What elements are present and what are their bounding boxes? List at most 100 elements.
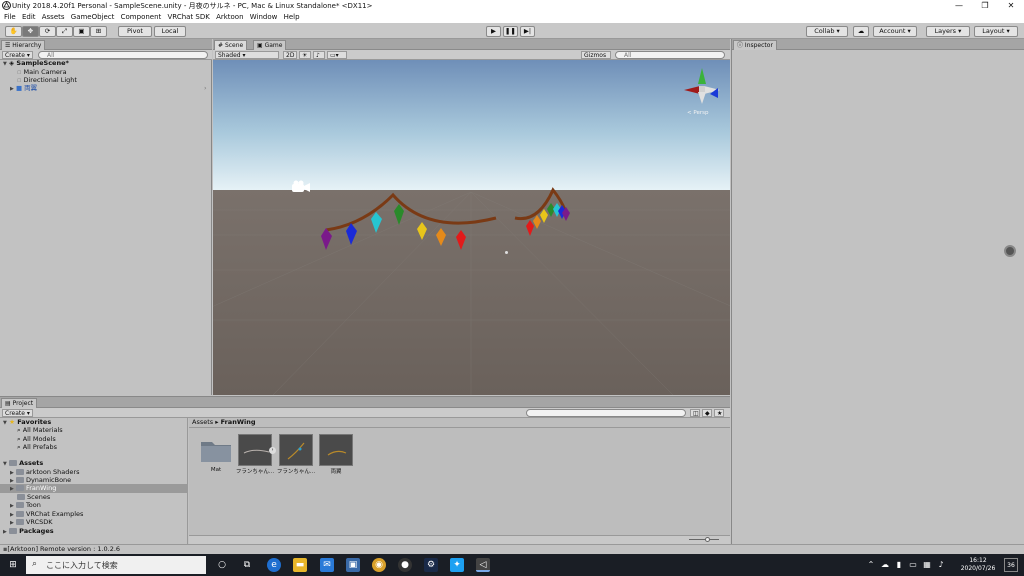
menu-vrchat-sdk[interactable]: VRChat SDK: [168, 12, 210, 23]
folder-toon[interactable]: ▶ Toon: [10, 501, 41, 510]
chrome-browser-icon[interactable]: ◉: [372, 558, 386, 572]
wing-left-model[interactable]: [318, 190, 498, 270]
tray-chevron-icon[interactable]: ⌃: [864, 558, 878, 572]
favorite-all-prefabs[interactable]: ⌕ All Prefabs: [17, 443, 57, 452]
maximize-icon[interactable]: ❐: [972, 0, 998, 12]
taskbar-search-input[interactable]: ⌕ ここに入力して検索: [26, 556, 206, 574]
mail-icon[interactable]: ✉: [320, 558, 334, 572]
network-icon[interactable]: ▦: [920, 558, 934, 572]
assets-header[interactable]: ▼ Assets: [3, 459, 43, 468]
favorite-star-icon[interactable]: ★: [714, 409, 724, 417]
unity-taskbar-icon[interactable]: ◁: [476, 558, 490, 572]
pause-button[interactable]: ❚❚: [503, 26, 518, 37]
twitter-icon[interactable]: ✦: [450, 558, 464, 572]
github-icon[interactable]: ●: [398, 558, 412, 572]
minimize-icon[interactable]: —: [946, 0, 972, 12]
scene-search-input[interactable]: All: [615, 51, 725, 59]
asset-wings-prefab[interactable]: [319, 434, 353, 466]
menu-component[interactable]: Component: [121, 12, 162, 23]
tab-scene[interactable]: # Scene: [214, 40, 248, 50]
rect-tool-icon[interactable]: ▣: [73, 26, 90, 37]
mode-2d-toggle[interactable]: 2D: [283, 51, 297, 59]
asset-franwing-model-2[interactable]: [279, 434, 313, 466]
orientation-gizmo-icon[interactable]: [680, 64, 724, 108]
local-toggle[interactable]: Local: [154, 26, 186, 37]
audio-toggle-icon[interactable]: ♪: [313, 51, 325, 59]
wing-right-model[interactable]: [513, 185, 573, 245]
gizmos-dropdown[interactable]: Gizmos ▾: [581, 51, 611, 67]
asset-mat-folder[interactable]: [199, 434, 233, 466]
hierarchy-item-wings[interactable]: ▶ ■ 両翼: [10, 84, 37, 93]
size-slider-thumb[interactable]: [705, 537, 710, 542]
tab-game[interactable]: ▣ Game: [253, 40, 287, 50]
tab-hierarchy[interactable]: ☰ Hierarchy: [1, 40, 46, 50]
move-tool-icon[interactable]: ✥: [22, 26, 39, 37]
task-view-icon[interactable]: ⧉: [240, 558, 254, 572]
expand-arrow-icon[interactable]: ▶: [10, 520, 14, 526]
folder-franwing[interactable]: ▶ FranWing: [10, 484, 56, 493]
scene-root-row[interactable]: ▼ ◈ SampleScene*: [3, 59, 69, 68]
layers-dropdown[interactable]: Layers ▾: [926, 26, 970, 37]
microphone-icon[interactable]: ▮: [892, 558, 906, 572]
chevron-right-icon[interactable]: ›: [204, 84, 207, 93]
filter-label-icon[interactable]: ◆: [702, 409, 712, 417]
hand-tool-icon[interactable]: ✋: [5, 26, 22, 37]
volume-icon[interactable]: ♪: [934, 558, 948, 572]
transform-tool-icon[interactable]: ⊞: [90, 26, 107, 37]
file-explorer-icon[interactable]: ▬: [293, 558, 307, 572]
shading-mode-dropdown[interactable]: Shaded ▾: [215, 51, 279, 59]
taskbar-clock[interactable]: 16:12 2020/07/26: [958, 557, 998, 573]
hierarchy-search-input[interactable]: All: [38, 51, 208, 59]
cortana-icon[interactable]: ○: [215, 558, 229, 572]
record-indicator-icon[interactable]: [1004, 245, 1016, 257]
rotate-tool-icon[interactable]: ⟳: [39, 26, 56, 37]
tab-inspector[interactable]: ⓘ Inspector: [733, 40, 777, 50]
packages-header[interactable]: ▶ Packages: [3, 527, 54, 536]
menu-file[interactable]: File: [4, 12, 16, 23]
folder-vrcsdk[interactable]: ▶ VRCSDK: [10, 518, 53, 527]
asset-franwing-model-1[interactable]: ›: [238, 434, 276, 466]
hierarchy-create-button[interactable]: Create ▾: [2, 51, 33, 59]
step-button[interactable]: ▶|: [520, 26, 535, 37]
layout-dropdown[interactable]: Layout ▾: [974, 26, 1018, 37]
scale-tool-icon[interactable]: ⤢: [56, 26, 73, 37]
breadcrumb-franwing[interactable]: FranWing: [221, 418, 256, 426]
close-icon[interactable]: ✕: [998, 0, 1024, 12]
steam-icon[interactable]: ⚙: [424, 558, 438, 572]
scene-viewport[interactable]: < Persp: [213, 60, 730, 395]
filter-type-icon[interactable]: ◫: [690, 409, 700, 417]
menu-help[interactable]: Help: [284, 12, 300, 23]
expand-arrow-icon[interactable]: ▶: [10, 86, 14, 92]
collab-dropdown[interactable]: Collab ▾: [806, 26, 848, 37]
pivot-toggle[interactable]: Pivot: [118, 26, 152, 37]
camera-gizmo-icon[interactable]: [291, 180, 311, 194]
expand-arrow-icon[interactable]: ▼: [3, 420, 7, 426]
effects-dropdown-icon[interactable]: ▭▾: [327, 51, 347, 59]
expand-arrow-icon[interactable]: ▶: [3, 529, 7, 535]
favorite-all-materials[interactable]: ⌕ All Materials: [17, 426, 63, 435]
edge-browser-icon[interactable]: e: [267, 558, 281, 572]
project-search-input[interactable]: [526, 409, 686, 417]
menu-edit[interactable]: Edit: [22, 12, 36, 23]
battery-icon[interactable]: ▭: [906, 558, 920, 572]
expand-arrow-icon[interactable]: ▶: [10, 486, 14, 492]
project-create-button[interactable]: Create ▾: [2, 409, 33, 417]
expand-arrow-icon[interactable]: ▼: [3, 461, 7, 467]
lighting-toggle-icon[interactable]: ☀: [299, 51, 311, 59]
play-button[interactable]: ▶: [486, 26, 501, 37]
account-dropdown[interactable]: Account ▾: [873, 26, 917, 37]
size-slider-track[interactable]: [689, 539, 719, 540]
breadcrumb-assets[interactable]: Assets: [192, 418, 213, 426]
onedrive-icon[interactable]: ☁: [878, 558, 892, 572]
menu-gameobject[interactable]: GameObject: [71, 12, 115, 23]
menu-window[interactable]: Window: [250, 12, 278, 23]
windows-start-icon[interactable]: ⊞: [6, 558, 20, 572]
tab-project[interactable]: ▤ Project: [1, 398, 38, 408]
cloud-icon[interactable]: ☁: [853, 26, 869, 37]
persp-label[interactable]: < Persp: [687, 110, 708, 116]
expand-arrow-icon[interactable]: ▶: [10, 503, 14, 509]
notification-center-icon[interactable]: 36: [1004, 558, 1018, 572]
expand-arrow-icon[interactable]: ▼: [3, 61, 7, 67]
menu-assets[interactable]: Assets: [42, 12, 65, 23]
menu-arktoon[interactable]: Arktoon: [216, 12, 243, 23]
